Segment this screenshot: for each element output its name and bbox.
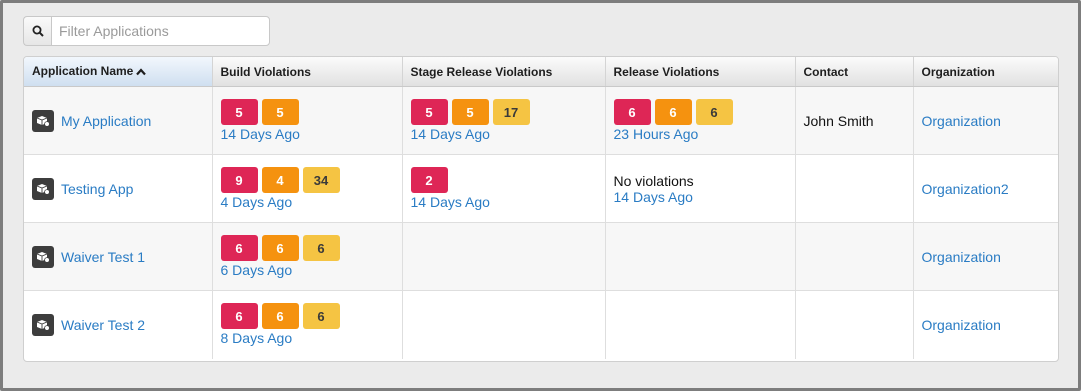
cell-contact [795,154,914,223]
cell-stage-release-violations: 2 14 Days Ago [402,154,606,223]
cell-organization: Organization [913,222,1058,291]
application-name-link[interactable]: Waiver Test 1 [61,249,145,265]
build-time-link[interactable]: 14 Days Ago [221,126,300,142]
cell-build-violations: 9 4 34 4 Days Ago [212,154,403,223]
organization-link[interactable]: Organization [922,249,1001,265]
application-icon [32,109,54,132]
cell-contact: John Smith [795,86,914,155]
build-badges: 666 [220,303,394,330]
cell-build-violations: 6668 Days Ago [212,290,403,359]
release-time-link[interactable]: 23 Hours Ago [614,126,699,142]
cell-organization: Organization2 [913,154,1058,223]
cell-stage-release-violations: 5 5 17 14 Days Ago [402,86,606,155]
chevron-up-icon [136,65,147,79]
severe-count-badge[interactable]: 5 [261,99,299,125]
header-stage-release-violations[interactable]: Stage Release Violations [402,57,606,87]
moderate-count-badge[interactable]: 34 [302,167,340,193]
cell-stage-release-violations [402,290,606,359]
no-violations-text: No violations [613,172,694,189]
cell-build-violations: 6666 Days Ago [212,222,403,291]
release-time-link[interactable]: 14 Days Ago [614,189,693,205]
build-badges: 9 4 34 [220,167,394,193]
cell-organization: Organization [913,291,1058,359]
filter-bar [23,16,270,46]
header-release-violations[interactable]: Release Violations [605,57,796,87]
cell-stage-release-violations [402,222,606,291]
build-badges: 55 [220,99,394,125]
cell-release-violations [605,222,796,291]
header-contact[interactable]: Contact [795,57,914,87]
build-badges: 666 [220,235,394,261]
organization-link[interactable]: Organization [922,317,1001,333]
build-time-link[interactable]: 4 Days Ago [221,194,293,210]
cell-organization: Organization [913,86,1058,155]
cell-contact [795,290,914,359]
cell-application-name: Waiver Test 2 [24,290,213,359]
cell-application-name: Testing App [24,154,213,223]
critical-count-badge[interactable]: 6 [613,99,651,125]
stage-time-link[interactable]: 14 Days Ago [411,194,490,210]
application-icon [32,177,54,200]
cell-application-name: My Application [24,86,213,155]
critical-count-badge[interactable]: 2 [410,167,448,193]
build-time-link[interactable]: 6 Days Ago [221,262,293,278]
header-organization[interactable]: Organization [913,57,1058,87]
table-row: My Application 5 5 14 Days Ago 5 5 17 14 Days A… [24,86,1058,155]
stage-badges: 5 5 17 [410,99,597,125]
application-name-link[interactable]: My Application [61,113,151,129]
header-build-violations[interactable]: Build Violations [212,57,403,87]
cell-application-name: Waiver Test 1 [24,222,213,291]
applications-table: Application Name Build Violations Stage … [23,56,1059,362]
critical-count-badge[interactable]: 5 [410,99,448,125]
moderate-count-badge[interactable]: 6 [695,99,733,125]
moderate-count-badge[interactable]: 6 [302,235,340,261]
severe-count-badge[interactable]: 6 [654,99,692,125]
build-time-link[interactable]: 8 Days Ago [221,330,293,346]
table-row: Testing App 9 4 34 4 Days Ago 2 14 Days Ago No … [24,154,1058,223]
cell-release-violations [605,290,796,359]
severe-count-badge[interactable]: 4 [261,167,299,193]
severe-count-badge[interactable]: 5 [451,99,489,125]
critical-count-badge[interactable]: 9 [220,167,258,193]
moderate-count-badge[interactable]: 6 [302,303,340,330]
application-name-link[interactable]: Waiver Test 2 [61,317,145,333]
filter-applications-input[interactable] [51,16,270,46]
organization-link[interactable]: Organization [922,113,1001,129]
application-icon [32,313,54,336]
stage-badges: 2 [410,167,597,193]
release-badges: 666 [613,99,787,125]
organization-link[interactable]: Organization2 [922,181,1009,197]
application-name-link[interactable]: Testing App [61,181,133,197]
severe-count-badge[interactable]: 6 [261,235,299,261]
header-label: Application Name [32,64,134,79]
moderate-count-badge[interactable]: 17 [492,99,530,125]
table-row: Waiver Test 26668 Days Ago Organization [24,290,1058,359]
critical-count-badge[interactable]: 6 [220,235,258,261]
contact-name: John Smith [803,112,874,129]
search-icon [23,16,51,46]
critical-count-badge[interactable]: 6 [220,303,258,330]
critical-count-badge[interactable]: 5 [220,99,258,125]
cell-build-violations: 5 5 14 Days Ago [212,86,403,155]
cell-release-violations: No violations 14 Days Ago [605,154,796,223]
table-row: Waiver Test 16666 Days Ago Organization [24,222,1058,291]
cell-release-violations: 6 6 6 23 Hours Ago [605,86,796,155]
header-application-name[interactable]: Application Name [24,57,213,87]
table-header-row: Application Name Build Violations Stage … [24,57,1058,87]
cell-contact [795,222,914,291]
stage-time-link[interactable]: 14 Days Ago [411,126,490,142]
severe-count-badge[interactable]: 6 [261,303,299,330]
application-icon [32,245,54,268]
